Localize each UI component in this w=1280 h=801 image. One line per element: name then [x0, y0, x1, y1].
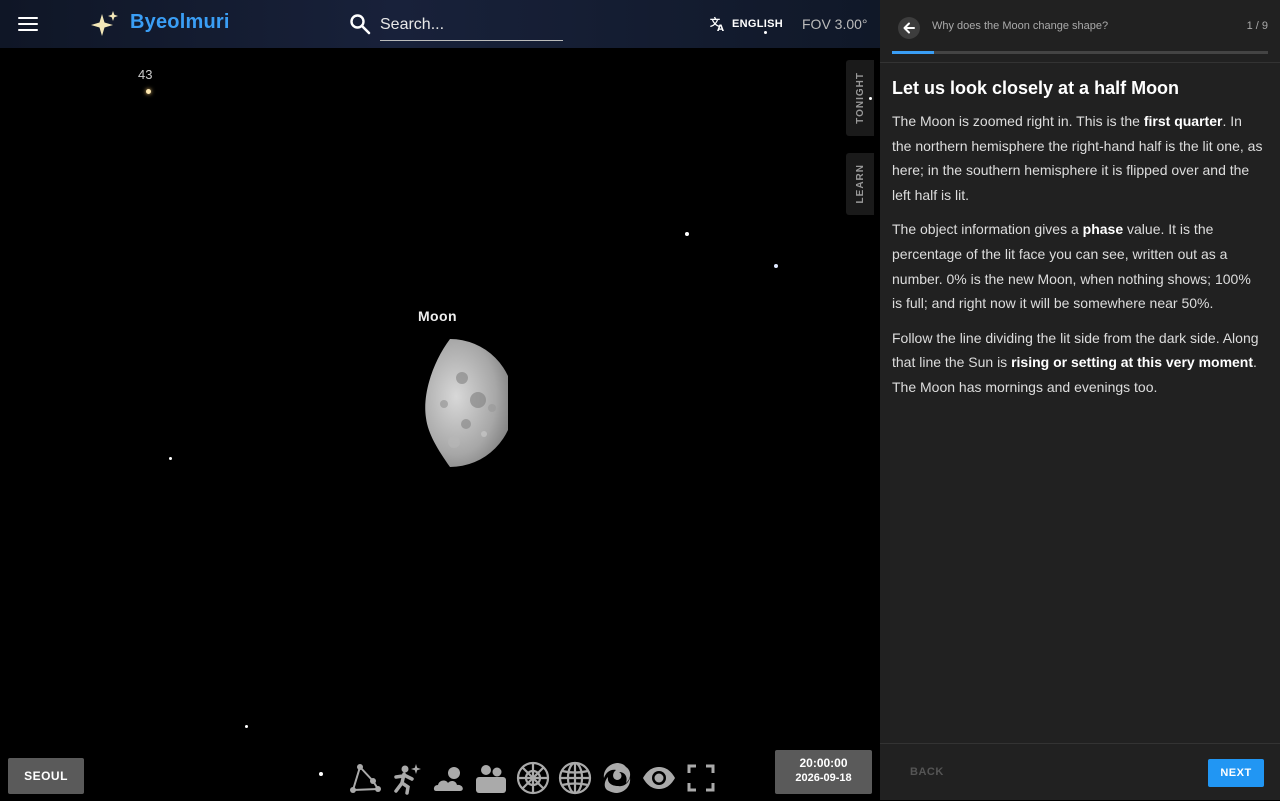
date-display: 2026-09-18	[795, 772, 852, 784]
tour-title: Why does the Moon change shape?	[932, 20, 1109, 32]
lesson-paragraph: The Moon is zoomed right in. This is the…	[892, 113, 1263, 203]
tour-footer: BACK NEXT	[880, 743, 1280, 801]
step-counter: 1 / 9	[1246, 20, 1268, 32]
star[interactable]	[169, 457, 172, 460]
constellation-art-icon	[394, 764, 421, 795]
night-mode-button[interactable]	[640, 758, 678, 798]
language-selector[interactable]: 文 A ENGLISH	[710, 16, 783, 32]
moon-icon[interactable]	[404, 338, 508, 468]
lesson-paragraph: Follow the line dividing the lit side fr…	[892, 329, 1259, 395]
tour-header: Why does the Moon change shape? 1 / 9	[880, 0, 1280, 63]
constellation-art-button[interactable]	[388, 758, 426, 798]
tab-tonight-label: TONIGHT	[854, 72, 866, 124]
star[interactable]	[685, 232, 689, 236]
search-input[interactable]	[380, 10, 563, 41]
fullscreen-icon	[687, 764, 715, 792]
search-icon	[350, 14, 371, 35]
deep-sky-button[interactable]	[598, 758, 636, 798]
time-display: 20:00:00	[799, 756, 848, 770]
star[interactable]	[869, 97, 872, 100]
star[interactable]	[146, 89, 151, 94]
fov-readout: FOV 3.00°	[802, 16, 868, 32]
star[interactable]	[319, 772, 323, 776]
azimuthal-grid-button[interactable]	[514, 758, 552, 798]
star[interactable]	[774, 264, 778, 268]
landscape-button[interactable]	[472, 758, 510, 798]
location-button[interactable]: SEOUL	[8, 758, 84, 794]
constellation-lines-icon	[350, 764, 381, 793]
equatorial-grid-icon	[558, 761, 592, 795]
bottom-toolbar	[346, 758, 720, 800]
azimuthal-grid-icon	[516, 761, 550, 795]
app-title: Byeolmuri	[130, 11, 230, 33]
lesson-content: Let us look closely at a half Moon The M…	[892, 78, 1264, 410]
tour-progress-fill	[892, 51, 934, 54]
menu-icon[interactable]	[16, 14, 40, 34]
night-mode-eye-icon	[643, 767, 675, 789]
atmosphere-icon	[433, 767, 463, 791]
svg-text:A: A	[717, 24, 724, 32]
sparkle-logo-icon	[91, 11, 118, 36]
star[interactable]	[245, 725, 248, 728]
language-label: ENGLISH	[732, 18, 783, 30]
next-button[interactable]: NEXT	[1208, 759, 1264, 787]
star-label: 43	[138, 67, 153, 82]
back-button[interactable]: BACK	[910, 766, 944, 778]
landscape-icon	[476, 765, 506, 793]
arrow-left-icon[interactable]	[898, 17, 920, 39]
sky-view[interactable]: Byeolmuri 文 A ENGLISH FOV 3.00° TONIGHT …	[0, 0, 880, 800]
deep-sky-icon	[603, 763, 631, 793]
datetime-button[interactable]: 20:00:00 2026-09-18	[775, 750, 872, 794]
equatorial-grid-button[interactable]	[556, 758, 594, 798]
star[interactable]	[764, 31, 767, 34]
tour-panel: Why does the Moon change shape? 1 / 9 Le…	[880, 0, 1280, 800]
atmosphere-button[interactable]	[430, 758, 468, 798]
constellation-lines-button[interactable]	[346, 758, 384, 798]
top-bar: Byeolmuri 文 A ENGLISH FOV 3.00°	[0, 0, 880, 48]
lesson-heading: Let us look closely at a half Moon	[892, 78, 1180, 98]
fullscreen-button[interactable]	[682, 758, 720, 798]
lesson-paragraph: The object information gives a phase val…	[892, 221, 1251, 312]
tab-learn[interactable]: LEARN	[846, 153, 874, 215]
tour-progress-bar	[892, 51, 1268, 54]
tab-learn-label: LEARN	[854, 164, 866, 204]
moon-label: Moon	[418, 308, 457, 324]
translate-icon: 文 A	[710, 16, 724, 32]
